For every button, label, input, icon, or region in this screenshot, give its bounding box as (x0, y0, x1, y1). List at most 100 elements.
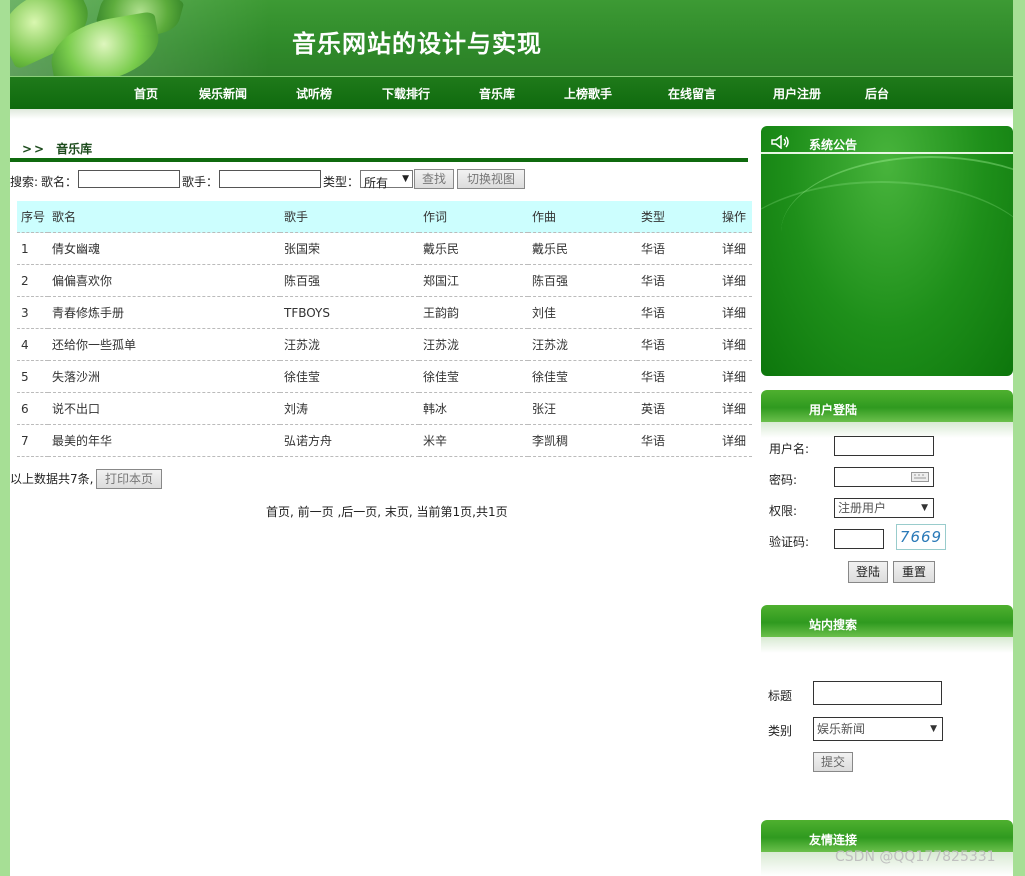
detail-link[interactable]: 详细 (718, 296, 752, 329)
submit-button[interactable]: 提交 (813, 752, 853, 772)
pagination: 首页, 前一页 ,后一页, 末页, 当前第1页,共1页 (266, 505, 508, 519)
song-type: 华语 (637, 296, 718, 329)
composer: 刘佳 (528, 296, 637, 329)
find-button[interactable]: 查找 (414, 169, 454, 189)
captcha-image[interactable]: 7669 (896, 524, 946, 550)
lyricist: 戴乐民 (419, 232, 528, 265)
notice-box: 系统公告 (761, 126, 1013, 376)
singer: 汪苏泷 (280, 328, 419, 361)
song-name: 偏偏喜欢你 (48, 264, 280, 297)
song-type: 华语 (637, 328, 718, 361)
row-index: 6 (17, 392, 48, 425)
category-select[interactable]: 娱乐新闻 ▼ (813, 717, 943, 741)
site-title: 音乐网站的设计与实现 (292, 29, 542, 58)
col-lyricist: 作词 (419, 201, 528, 233)
song-name: 最美的年华 (48, 424, 280, 457)
lyricist: 郑国江 (419, 264, 528, 297)
links-title: 友情连接 (809, 833, 858, 847)
detail-link[interactable]: 详细 (718, 264, 752, 297)
login-title: 用户登陆 (809, 403, 858, 417)
nav-download-rank[interactable]: 下载排行 (382, 85, 430, 102)
lyricist: 王韵韵 (419, 296, 528, 329)
song-name-label: 歌名： (41, 175, 78, 189)
nav-register[interactable]: 用户注册 (773, 85, 821, 102)
type-label: 类型： (323, 175, 360, 189)
nav-ent-news[interactable]: 娱乐新闻 (199, 85, 247, 102)
composer: 李凯稠 (528, 424, 637, 457)
site-header: 音乐网站的设计与实现 (10, 0, 1013, 76)
nav-listen-chart[interactable]: 试听榜 (296, 85, 332, 102)
nav-admin[interactable]: 后台 (865, 85, 889, 102)
lyricist: 韩冰 (419, 392, 528, 425)
nav-music-library[interactable]: 音乐库 (479, 85, 515, 102)
song-type: 华语 (637, 360, 718, 393)
detail-link[interactable]: 详细 (718, 360, 752, 393)
title-input[interactable] (813, 681, 942, 705)
song-name-input[interactable] (78, 170, 180, 188)
song-name: 还给你一些孤单 (48, 328, 280, 361)
username-label: 用户名: (769, 442, 810, 456)
keyboard-icon (911, 472, 929, 482)
song-name: 失落沙洲 (48, 360, 280, 393)
song-name: 倩女幽魂 (48, 232, 280, 265)
password-input[interactable] (834, 467, 934, 487)
singer-input[interactable] (219, 170, 321, 188)
nav-home[interactable]: 首页 (134, 85, 158, 102)
song-type: 英语 (637, 392, 718, 425)
composer: 张汪 (528, 392, 637, 425)
username-input[interactable] (834, 436, 934, 456)
table-row: 7 最美的年华 弘诺方舟 米辛 李凯稠 华语 详细 (17, 424, 752, 457)
detail-link[interactable]: 详细 (718, 392, 752, 425)
row-index: 3 (17, 296, 48, 329)
detail-link[interactable]: 详细 (718, 424, 752, 457)
singer: 张国荣 (280, 232, 419, 265)
role-select[interactable]: 注册用户 ▼ (834, 498, 934, 518)
detail-link[interactable]: 详细 (718, 328, 752, 361)
table-row: 3 青春修炼手册 TFBOYS 王韵韵 刘佳 华语 详细 (17, 296, 752, 329)
table-row: 5 失落沙洲 徐佳莹 徐佳莹 徐佳莹 华语 详细 (17, 360, 752, 393)
captcha-input[interactable] (834, 529, 884, 549)
page: 音乐网站的设计与实现 首页 娱乐新闻 试听榜 下载排行 音乐库 上榜歌手 在线留… (10, 0, 1013, 876)
chevron-down-icon: ▼ (921, 503, 928, 513)
summary-text: 以上数据共7条, (10, 472, 94, 486)
composer: 陈百强 (528, 264, 637, 297)
login-button[interactable]: 登陆 (848, 561, 888, 583)
captcha-label: 验证码: (769, 535, 810, 549)
col-action: 操作 (718, 201, 752, 233)
col-song: 歌名 (48, 201, 280, 233)
type-select[interactable]: 所有 ▼ (360, 170, 413, 190)
lyricist: 徐佳莹 (419, 360, 528, 393)
col-singer: 歌手 (280, 201, 419, 233)
col-type: 类型 (637, 201, 718, 233)
breadcrumb-label: 音乐库 (56, 142, 93, 156)
table-header-row: 序号 歌名 歌手 作词 作曲 类型 操作 (17, 201, 752, 233)
row-index: 7 (17, 424, 48, 457)
composer: 徐佳莹 (528, 360, 637, 393)
song-type: 华语 (637, 424, 718, 457)
notice-title: 系统公告 (809, 138, 858, 152)
table-row: 2 偏偏喜欢你 陈百强 郑国江 陈百强 华语 详细 (17, 264, 752, 297)
print-button[interactable]: 打印本页 (96, 469, 162, 489)
composer: 戴乐民 (528, 232, 637, 265)
role-label: 权限: (769, 504, 798, 518)
song-table: 序号 歌名 歌手 作词 作曲 类型 操作 1 倩女幽魂 张国荣 戴乐民 戴乐民 华语 详细 2… (17, 201, 752, 457)
song-type: 华语 (637, 232, 718, 265)
reset-button[interactable]: 重置 (893, 561, 935, 583)
row-index: 1 (17, 232, 48, 265)
chevron-down-icon: ▼ (402, 174, 409, 184)
speaker-icon (771, 135, 789, 149)
singer: 徐佳莹 (280, 360, 419, 393)
site-search-title: 站内搜索 (809, 618, 858, 632)
table-row: 6 说不出口 刘涛 韩冰 张汪 英语 详细 (17, 392, 752, 425)
search-prefix: 搜索: (10, 175, 39, 189)
switch-view-button[interactable]: 切换视图 (457, 169, 525, 189)
nav-top-singers[interactable]: 上榜歌手 (564, 85, 612, 102)
site-search-header: 站内搜索 (761, 605, 1013, 637)
singer: 弘诺方舟 (280, 424, 419, 457)
lyricist: 米辛 (419, 424, 528, 457)
login-box-header: 用户登陆 (761, 390, 1013, 422)
detail-link[interactable]: 详细 (718, 232, 752, 265)
watermark: CSDN @QQ177825331 (835, 849, 996, 865)
nav-guestbook[interactable]: 在线留言 (668, 85, 716, 102)
singer-label: 歌手： (182, 175, 219, 189)
